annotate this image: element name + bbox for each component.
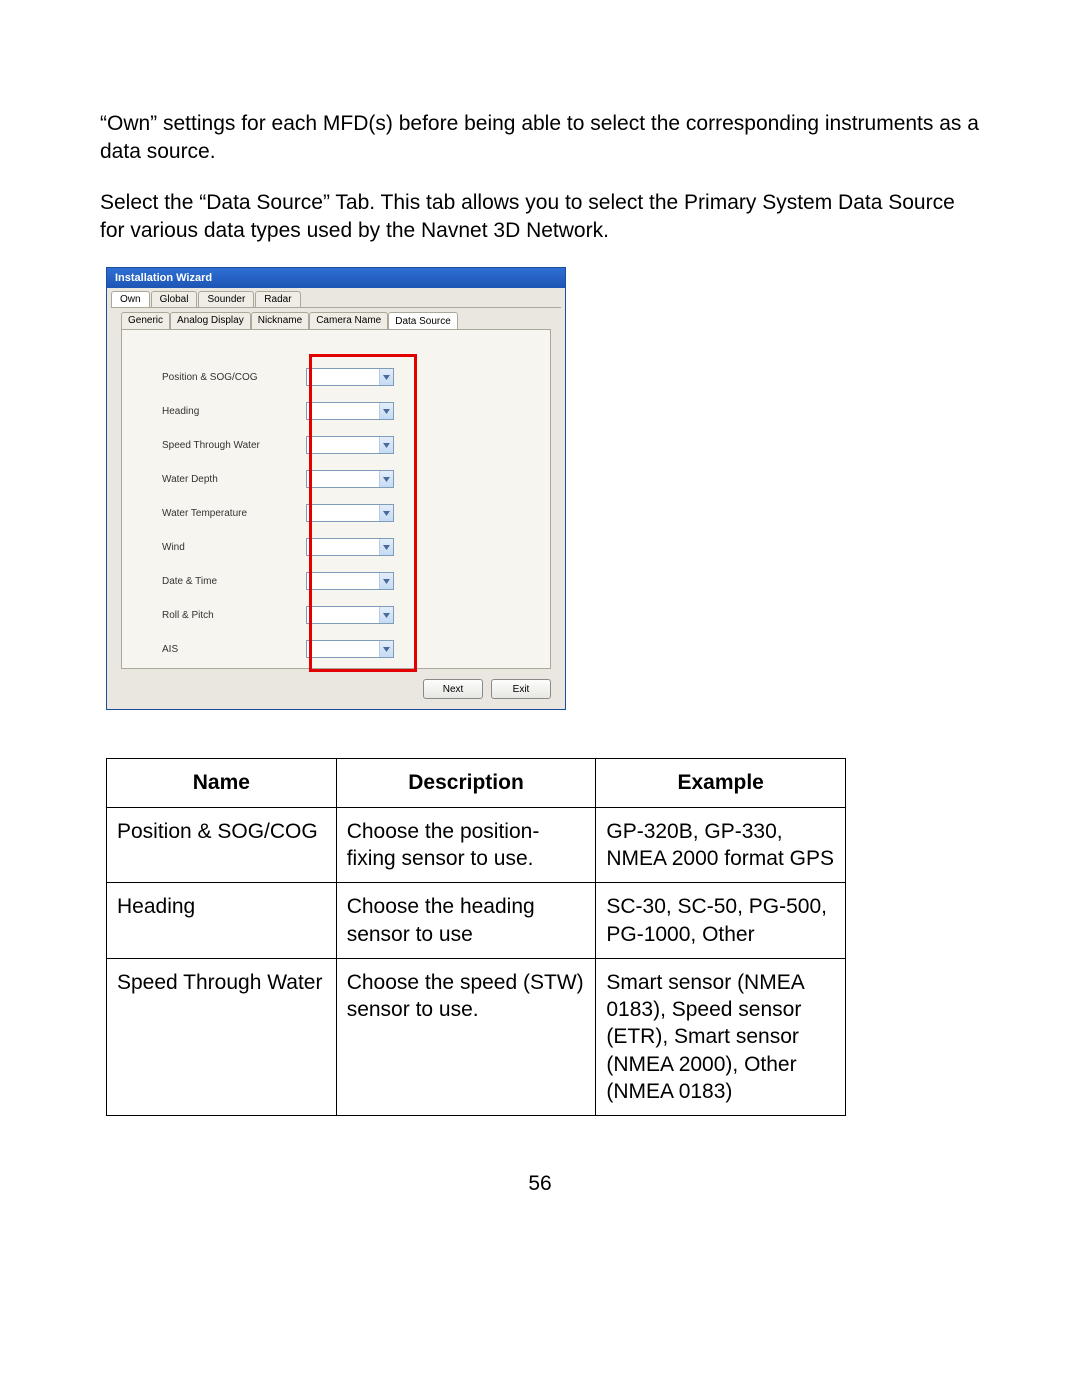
label-wind: Wind xyxy=(138,542,298,553)
row-water-depth: Water Depth xyxy=(138,470,534,488)
secondary-tabs: Generic Analog Display Nickname Camera N… xyxy=(107,308,565,329)
paragraph-2: Select the “Data Source” Tab. This tab a… xyxy=(100,189,980,246)
combo-date-time[interactable] xyxy=(306,572,394,590)
tab-sounder[interactable]: Sounder xyxy=(198,291,254,307)
chevron-down-icon[interactable] xyxy=(379,539,393,555)
row-position-sogcog: Position & SOG/COG xyxy=(138,368,534,386)
cell-name: Speed Through Water xyxy=(107,958,337,1115)
cell-example: Smart sensor (NMEA 0183), Speed sensor (… xyxy=(596,958,846,1115)
tab-analog-display[interactable]: Analog Display xyxy=(170,312,251,329)
combo-water-temp[interactable] xyxy=(306,504,394,522)
combo-value[interactable] xyxy=(307,573,379,589)
row-roll-pitch: Roll & Pitch xyxy=(138,606,534,624)
cell-example: SC-30, SC-50, PG-500, PG-1000, Other xyxy=(596,883,846,959)
next-button[interactable]: Next xyxy=(423,679,483,699)
label-date-time: Date & Time xyxy=(138,576,298,587)
chevron-down-icon[interactable] xyxy=(379,437,393,453)
dialog-title: Installation Wizard xyxy=(107,268,565,288)
combo-value[interactable] xyxy=(307,369,379,385)
cell-name: Heading xyxy=(107,883,337,959)
cell-name: Position & SOG/COG xyxy=(107,807,337,883)
table-row: Heading Choose the heading sensor to use… xyxy=(107,883,846,959)
combo-roll-pitch[interactable] xyxy=(306,606,394,624)
table-row: Speed Through Water Choose the speed (ST… xyxy=(107,958,846,1115)
label-ais: AIS xyxy=(138,644,298,655)
combo-water-depth[interactable] xyxy=(306,470,394,488)
paragraph-1: “Own” settings for each MFD(s) before be… xyxy=(100,110,980,167)
tab-data-source[interactable]: Data Source xyxy=(388,312,458,329)
cell-description: Choose the heading sensor to use xyxy=(336,883,596,959)
tab-own[interactable]: Own xyxy=(111,291,150,307)
row-date-time: Date & Time xyxy=(138,572,534,590)
chevron-down-icon[interactable] xyxy=(379,505,393,521)
combo-value[interactable] xyxy=(307,437,379,453)
installation-wizard-dialog: Installation Wizard Own Global Sounder R… xyxy=(106,267,566,710)
cell-description: Choose the speed (STW) sensor to use. xyxy=(336,958,596,1115)
tab-radar[interactable]: Radar xyxy=(255,291,300,307)
primary-tabs: Own Global Sounder Radar xyxy=(107,288,565,307)
cell-example: GP-320B, GP-330, NMEA 2000 format GPS xyxy=(596,807,846,883)
label-heading: Heading xyxy=(138,406,298,417)
col-example: Example xyxy=(596,759,846,807)
label-roll-pitch: Roll & Pitch xyxy=(138,610,298,621)
exit-button[interactable]: Exit xyxy=(491,679,551,699)
chevron-down-icon[interactable] xyxy=(379,471,393,487)
cell-description: Choose the position-fixing sensor to use… xyxy=(336,807,596,883)
combo-value[interactable] xyxy=(307,539,379,555)
tab-global[interactable]: Global xyxy=(151,291,198,307)
chevron-down-icon[interactable] xyxy=(379,369,393,385)
page-number: 56 xyxy=(100,1172,980,1196)
row-stw: Speed Through Water xyxy=(138,436,534,454)
combo-value[interactable] xyxy=(307,641,379,657)
chevron-down-icon[interactable] xyxy=(379,641,393,657)
data-source-panel: Position & SOG/COG Heading xyxy=(121,329,551,669)
row-wind: Wind xyxy=(138,538,534,556)
chevron-down-icon[interactable] xyxy=(379,403,393,419)
combo-heading[interactable] xyxy=(306,402,394,420)
label-water-depth: Water Depth xyxy=(138,474,298,485)
tab-camera-name[interactable]: Camera Name xyxy=(309,312,388,329)
row-heading: Heading xyxy=(138,402,534,420)
col-name: Name xyxy=(107,759,337,807)
combo-value[interactable] xyxy=(307,607,379,623)
combo-stw[interactable] xyxy=(306,436,394,454)
chevron-down-icon[interactable] xyxy=(379,607,393,623)
combo-value[interactable] xyxy=(307,403,379,419)
row-ais: AIS xyxy=(138,640,534,658)
table-row: Position & SOG/COG Choose the position-f… xyxy=(107,807,846,883)
table-header-row: Name Description Example xyxy=(107,759,846,807)
combo-wind[interactable] xyxy=(306,538,394,556)
combo-value[interactable] xyxy=(307,471,379,487)
combo-value[interactable] xyxy=(307,505,379,521)
chevron-down-icon[interactable] xyxy=(379,573,393,589)
tab-generic[interactable]: Generic xyxy=(121,312,170,329)
tab-nickname[interactable]: Nickname xyxy=(251,312,309,329)
label-position-sogcog: Position & SOG/COG xyxy=(138,372,298,383)
combo-position-sogcog[interactable] xyxy=(306,368,394,386)
col-description: Description xyxy=(336,759,596,807)
row-water-temp: Water Temperature xyxy=(138,504,534,522)
combo-ais[interactable] xyxy=(306,640,394,658)
label-water-temp: Water Temperature xyxy=(138,508,298,519)
label-stw: Speed Through Water xyxy=(138,440,298,451)
data-source-description-table: Name Description Example Position & SOG/… xyxy=(106,758,846,1116)
